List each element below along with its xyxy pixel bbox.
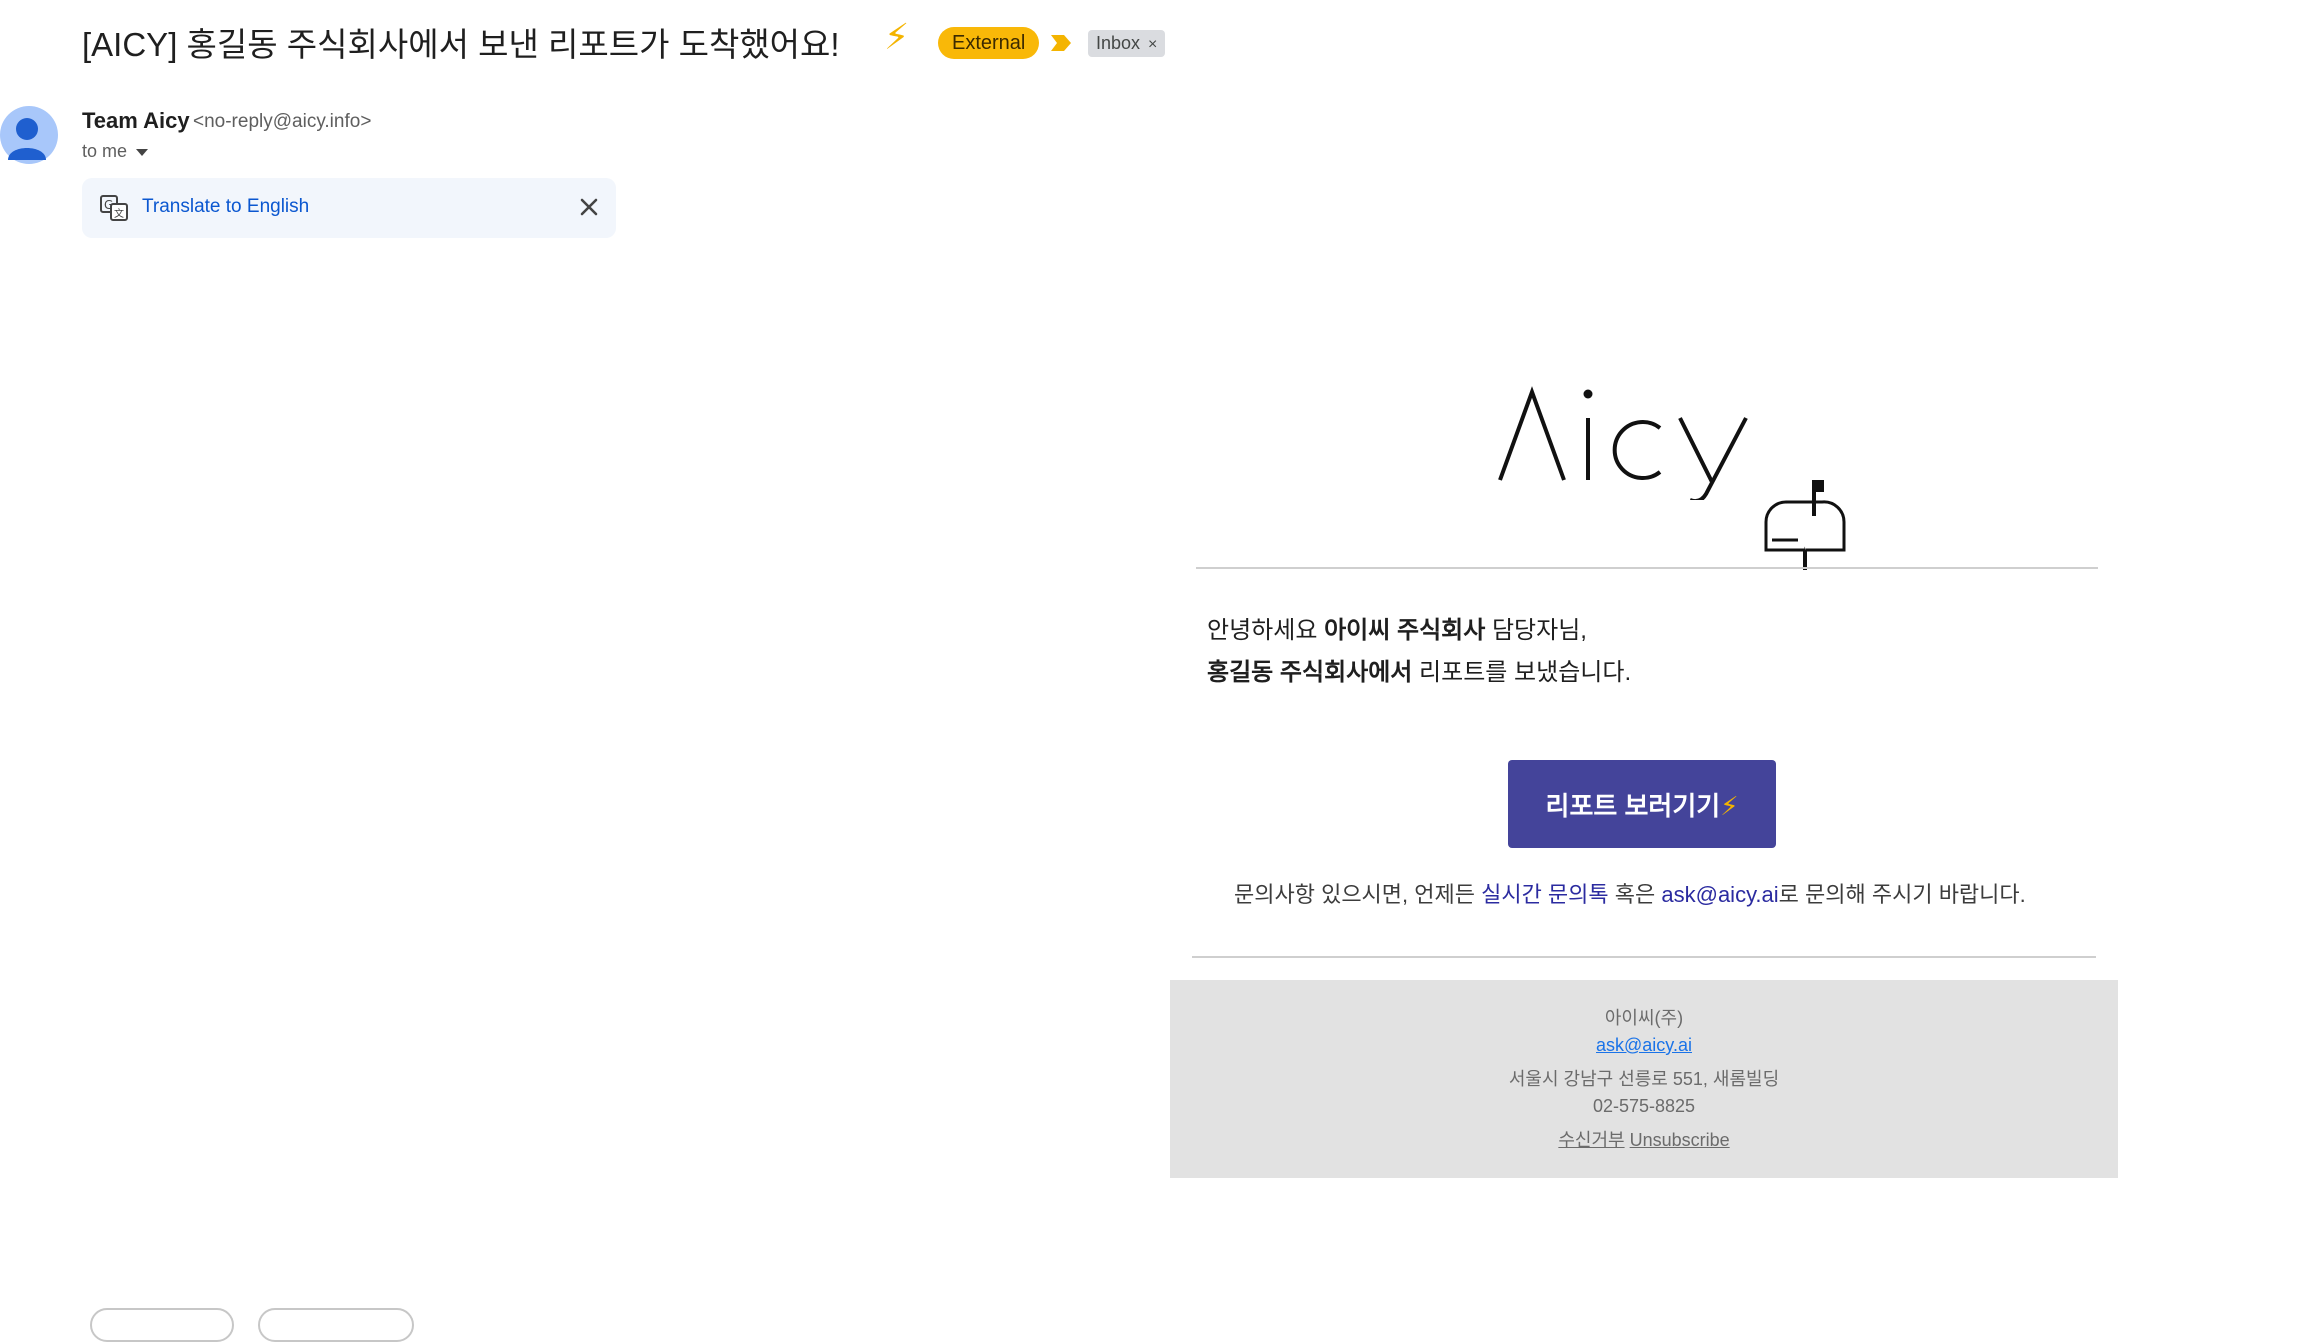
- unsubscribe-ko-link[interactable]: 수신거부: [1558, 1130, 1624, 1150]
- footer-email-link[interactable]: ask@aicy.ai: [1596, 1035, 1692, 1055]
- footer-phone: 02-575-8825: [1592, 1096, 1696, 1116]
- inquiry-suffix: 로 문의해 주시기 바랍니다.: [1778, 882, 2026, 907]
- inbox-label-chip: Inbox ×: [1088, 30, 1166, 57]
- email-footer: 아이씨(주) ask@aicy.ai 서울시 강남구 선릉로 551, 새롬빌딩…: [1170, 980, 2118, 1178]
- sender-name[interactable]: Team Aicy: [82, 108, 190, 134]
- forward-button[interactable]: [258, 1308, 414, 1342]
- sender-line: 홍길동 주식회사에서 리포트를 보냈습니다.: [1207, 652, 1631, 687]
- lightning-emoji: ⚡: [1720, 790, 1739, 821]
- greeting-prefix: 안녕하세요: [1207, 617, 1325, 644]
- inquiry-middle: 혹은: [1608, 882, 1662, 907]
- view-report-label: 리포트 보러기기: [1545, 790, 1721, 821]
- translate-bar: G 文 Translate to English: [82, 178, 616, 238]
- live-chat-link[interactable]: 실시간 문의톡: [1481, 882, 1609, 907]
- importance-marker-icon[interactable]: [1049, 30, 1075, 56]
- sender-suffix: 리포트를 보냈습니다.: [1412, 659, 1632, 686]
- reply-button[interactable]: [90, 1308, 234, 1342]
- close-icon[interactable]: [576, 194, 602, 220]
- divider: [1192, 956, 2096, 958]
- footer-company: 아이씨(주): [1604, 1008, 1684, 1028]
- sender-company: 홍길동 주식회사에서: [1207, 659, 1413, 686]
- inquiry-text: 문의사항 있으시면, 언제든 실시간 문의톡 혹은 ask@aicy.ai로 문…: [1234, 877, 2026, 909]
- svg-text:文: 文: [114, 207, 124, 220]
- greeting-suffix: 담당자님,: [1485, 617, 1587, 644]
- view-report-button[interactable]: 리포트 보러기기⚡: [1508, 760, 1776, 848]
- lightning-emoji: ⚡: [884, 16, 910, 57]
- divider: [1196, 567, 2098, 569]
- email-subject: [AICY] 홍길동 주식회사에서 보낸 리포트가 도착했어요!: [82, 26, 840, 63]
- translate-icon: G 文: [100, 195, 128, 221]
- remove-label-button[interactable]: ×: [1148, 36, 1157, 53]
- greeting-line: 안녕하세요 아이씨 주식회사 담당자님,: [1207, 610, 1587, 645]
- footer-address: 서울시 강남구 선릉로 551, 새롬빌딩: [1508, 1069, 1780, 1089]
- person-avatar-icon[interactable]: [0, 104, 58, 166]
- chevron-down-icon[interactable]: [136, 149, 148, 156]
- recipient-label: to me: [82, 141, 128, 161]
- mailbox-icon: [1764, 480, 1846, 570]
- sender-email: <no-reply@aicy.info>: [193, 111, 372, 132]
- recipient-company: 아이씨 주식회사: [1324, 617, 1486, 644]
- aicy-logo: [1498, 386, 1748, 500]
- translate-link[interactable]: Translate to English: [142, 196, 309, 218]
- external-badge: External: [938, 27, 1040, 59]
- support-email-link[interactable]: ask@aicy.ai: [1661, 882, 1778, 907]
- unsubscribe-en-link[interactable]: Unsubscribe: [1630, 1130, 1730, 1150]
- inquiry-prefix: 문의사항 있으시면, 언제든: [1234, 882, 1482, 907]
- inbox-label-text: Inbox: [1096, 33, 1141, 53]
